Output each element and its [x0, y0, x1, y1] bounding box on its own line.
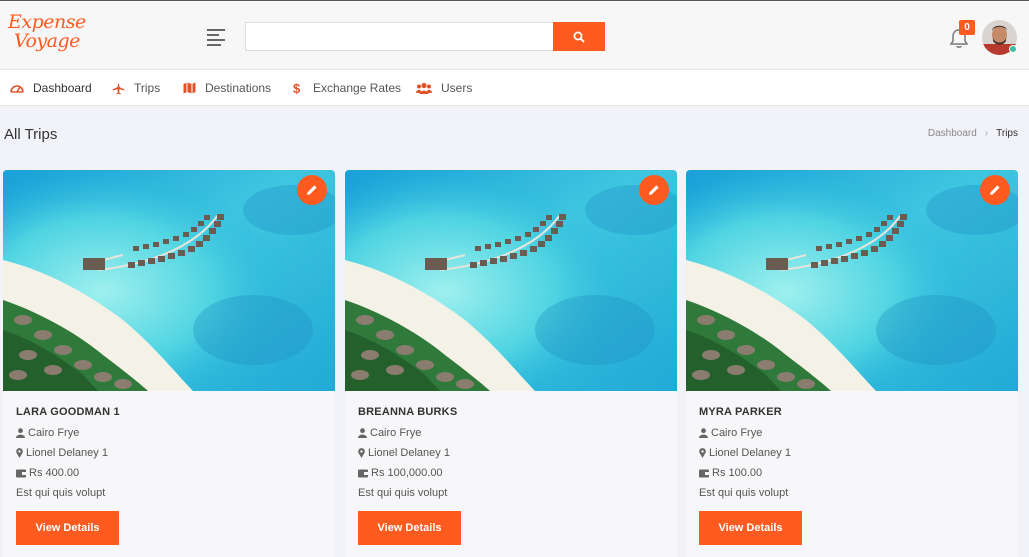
logo-line-2: Voyage — [14, 30, 80, 52]
map-marker-icon — [699, 448, 706, 458]
nav-item-dashboard[interactable]: Dashboard — [10, 70, 92, 106]
trip-title: BREANNA BURKS — [358, 406, 458, 418]
trip-amount-row: Rs 100,000.00 — [358, 467, 443, 479]
top-header: Expense Voyage 0 — [0, 0, 1029, 70]
main-nav: Dashboard Trips Destinations $ Exchange … — [0, 70, 1029, 106]
trip-user-row: Cairo Frye — [699, 427, 762, 439]
nav-label-destinations: Destinations — [205, 81, 272, 95]
nav-label-exchange-rates: Exchange Rates — [313, 81, 402, 95]
view-details-button[interactable]: View Details — [16, 511, 119, 545]
trip-card: MYRA PARKER Cairo Frye Lionel Delaney 1 … — [686, 170, 1018, 557]
breadcrumb-chevron-icon: › — [984, 128, 989, 139]
edit-trip-button[interactable] — [639, 175, 669, 205]
nav-label-trips: Trips — [134, 81, 161, 95]
trip-description: Est qui quis volupt — [699, 487, 789, 499]
search-icon — [573, 31, 585, 43]
trip-card: LARA GOODMAN 1 Cairo Frye Lionel Delaney… — [3, 170, 335, 557]
user-icon — [699, 428, 708, 438]
breadcrumb-current: Trips — [996, 128, 1018, 139]
map-icon — [183, 82, 196, 94]
trip-user-row: Cairo Frye — [16, 427, 79, 439]
trip-destination: Lionel Delaney 1 — [26, 447, 108, 459]
trip-destination: Lionel Delaney 1 — [709, 447, 791, 459]
menu-toggle-icon[interactable] — [207, 29, 225, 46]
trip-description: Est qui quis volupt — [358, 487, 448, 499]
trip-user: Cairo Frye — [711, 427, 763, 439]
trip-user: Cairo Frye — [28, 427, 80, 439]
app-logo[interactable]: Expense Voyage — [8, 13, 86, 51]
trip-amount: Rs 100,000.00 — [371, 467, 443, 479]
search-button[interactable] — [553, 22, 605, 51]
search-input[interactable] — [245, 22, 553, 51]
edit-trip-button[interactable] — [297, 175, 327, 205]
page-title: All Trips — [4, 126, 58, 143]
dashboard-icon — [10, 82, 24, 94]
trip-card: BREANNA BURKS Cairo Frye Lionel Delaney … — [345, 170, 677, 557]
view-details-button[interactable]: View Details — [358, 511, 461, 545]
map-marker-icon — [358, 448, 365, 458]
user-icon — [16, 428, 25, 438]
notification-count-badge: 0 — [959, 20, 975, 35]
nav-label-dashboard: Dashboard — [33, 81, 92, 95]
online-status-dot — [1009, 45, 1017, 53]
trip-amount-row: Rs 400.00 — [16, 467, 79, 479]
dollar-icon: $ — [293, 80, 301, 96]
trip-photo — [345, 170, 677, 391]
pencil-icon — [307, 185, 317, 195]
view-details-button[interactable]: View Details — [699, 511, 802, 545]
breadcrumb-dashboard[interactable]: Dashboard — [928, 128, 977, 139]
wallet-icon — [16, 469, 26, 478]
edit-trip-button[interactable] — [980, 175, 1010, 205]
breadcrumb: Dashboard › Trips — [928, 128, 1018, 139]
trip-user-row: Cairo Frye — [358, 427, 421, 439]
trip-photo — [686, 170, 1018, 391]
trip-amount: Rs 400.00 — [29, 467, 80, 479]
trip-description: Est qui quis volupt — [16, 487, 106, 499]
nav-item-users[interactable]: Users — [416, 70, 472, 106]
nav-label-users: Users — [441, 81, 473, 95]
wallet-icon — [358, 469, 368, 478]
user-icon — [358, 428, 367, 438]
trip-destination: Lionel Delaney 1 — [368, 447, 450, 459]
pencil-icon — [990, 185, 1000, 195]
trip-amount-row: Rs 100.00 — [699, 467, 762, 479]
trip-photo — [3, 170, 335, 391]
trip-amount: Rs 100.00 — [712, 467, 763, 479]
trip-title: MYRA PARKER — [699, 406, 782, 418]
trip-title: LARA GOODMAN 1 — [16, 406, 120, 418]
trip-destination-row: Lionel Delaney 1 — [16, 447, 108, 459]
nav-item-trips[interactable]: Trips — [112, 70, 160, 106]
map-marker-icon — [16, 448, 23, 458]
plane-icon — [112, 82, 125, 95]
trip-destination-row: Lionel Delaney 1 — [358, 447, 450, 459]
pencil-icon — [649, 185, 659, 195]
nav-item-destinations[interactable]: Destinations — [183, 70, 271, 106]
nav-item-exchange-rates[interactable]: $ Exchange Rates — [293, 70, 401, 106]
trip-user: Cairo Frye — [370, 427, 422, 439]
wallet-icon — [699, 469, 709, 478]
trip-destination-row: Lionel Delaney 1 — [699, 447, 791, 459]
users-icon — [416, 82, 432, 94]
